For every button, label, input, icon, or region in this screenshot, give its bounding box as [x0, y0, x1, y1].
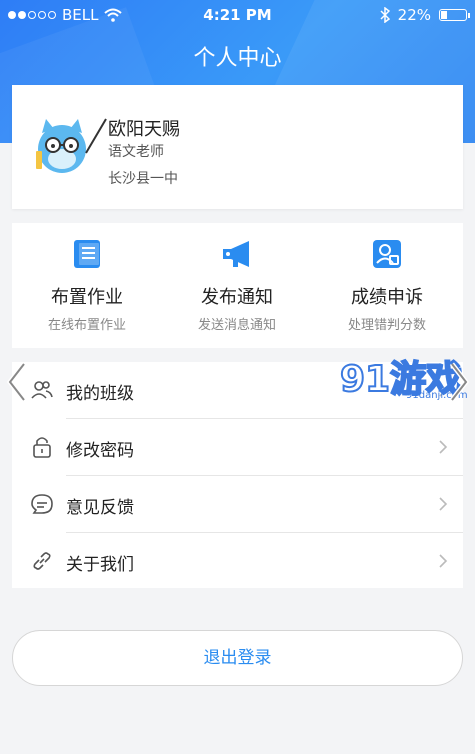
- action-sub: 处理错判分数: [347, 318, 426, 333]
- action-sub: 在线布置作业: [47, 318, 126, 333]
- battery-icon: [439, 9, 470, 21]
- chevron-right-icon: [439, 497, 448, 511]
- people-icon: [31, 381, 53, 399]
- avatar[interactable]: [32, 113, 110, 179]
- menu-item-label: 我的班级: [66, 384, 134, 404]
- menu-item-feedback[interactable]: 意见反馈: [12, 476, 463, 532]
- action-label: 发布通知: [201, 287, 273, 308]
- logout-button[interactable]: 退出登录: [12, 630, 463, 686]
- profile-card[interactable]: 欧阳天赐 语文老师 长沙县一中: [12, 85, 463, 209]
- menu-item-label: 意见反馈: [66, 498, 134, 518]
- teacher-school: 长沙县一中: [108, 171, 178, 187]
- action-label: 布置作业: [51, 287, 123, 308]
- battery-percent: 22%: [397, 6, 431, 24]
- menu-item-change-password[interactable]: 修改密码: [12, 419, 463, 475]
- lock-icon: [33, 437, 51, 458]
- page-title: 个人中心: [193, 46, 282, 71]
- grade-appeal-button[interactable]: 成绩申诉 处理错判分数: [312, 223, 462, 348]
- publish-notice-button[interactable]: 发布通知 发送消息通知: [162, 223, 312, 348]
- link-icon: [33, 552, 51, 570]
- teacher-name: 欧阳天赐: [108, 119, 180, 140]
- teacher-role: 语文老师: [108, 144, 164, 160]
- menu-item-about-us[interactable]: 关于我们: [12, 533, 463, 589]
- chevron-right-icon: [439, 554, 448, 568]
- assign-homework-button[interactable]: 布置作业 在线布置作业: [12, 223, 162, 348]
- chevron-right-icon: [450, 362, 470, 402]
- status-bar: BELL 4:21 PM 22%: [0, 0, 475, 30]
- action-label: 成绩申诉: [351, 287, 423, 308]
- menu-item-label: 关于我们: [66, 555, 134, 575]
- action-sub: 发送消息通知: [197, 318, 276, 333]
- megaphone-icon: [223, 241, 249, 267]
- document-icon: [74, 240, 100, 268]
- quick-actions: 布置作业 在线布置作业 发布通知 发送消息通知 成绩申诉 处理错判分数: [12, 223, 463, 348]
- chevron-left-icon: [6, 362, 26, 402]
- bluetooth-icon: [380, 7, 390, 23]
- user-card-icon: [373, 240, 401, 268]
- menu-item-label: 修改密码: [66, 441, 134, 461]
- feedback-icon: [31, 494, 53, 514]
- chevron-right-icon: [439, 440, 448, 454]
